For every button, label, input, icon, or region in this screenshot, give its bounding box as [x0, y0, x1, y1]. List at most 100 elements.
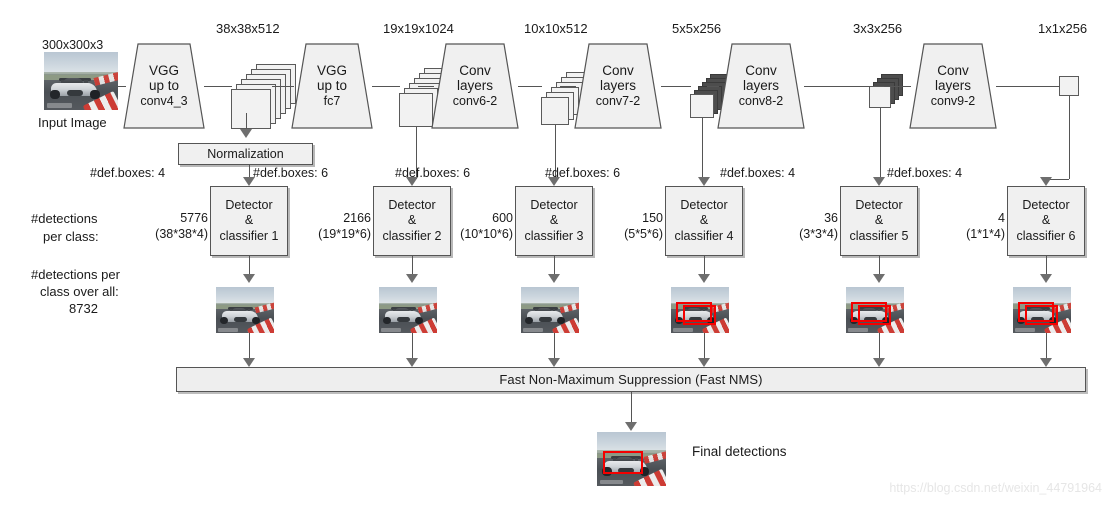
detections-count-3: 600 — [492, 211, 513, 225]
detections-count-group-4: 150 (5*5*6) — [559, 210, 663, 242]
detector-title-line2: & — [1041, 213, 1051, 228]
nms-input-line — [879, 333, 880, 360]
def-boxes-label-5: #def.boxes: 4 — [720, 166, 796, 180]
branch-output-arrow — [243, 274, 255, 283]
nms-input-line — [1046, 333, 1047, 360]
backbone-block-conv9: Conv layers conv9-2 — [910, 44, 996, 128]
nms-input-arrow — [243, 358, 255, 367]
detections-count-group-6: 4 (1*1*4) — [907, 210, 1005, 242]
detections-count-6: 4 — [998, 211, 1005, 225]
nms-input-line — [412, 333, 413, 360]
branch-input-line — [702, 118, 703, 179]
normalization-box: Normalization — [178, 143, 313, 165]
block-line1: VGG — [316, 62, 347, 78]
detections-formula-2: (19*19*6) — [318, 227, 371, 241]
block-line2: layers — [456, 78, 493, 94]
detections-formula-3: (10*10*6) — [460, 227, 513, 241]
feature-map-stack-vgg1 — [231, 64, 300, 133]
branch-output-arrow — [1040, 274, 1052, 283]
branch-output-arrow — [873, 274, 885, 283]
backbone-block-conv7: Conv layers conv7-2 — [575, 44, 661, 128]
nms-input-arrow — [698, 358, 710, 367]
branch-output-line — [879, 256, 880, 276]
backbone-block-conv8: Conv layers conv8-2 — [718, 44, 804, 128]
detector-classifier-box-4: Detector & classifier 4 — [665, 186, 743, 256]
normalization-input-arrow — [240, 129, 252, 138]
final-detection-thumbnail — [597, 432, 666, 486]
connector-line — [884, 86, 911, 87]
block-line1: Conv — [459, 62, 491, 78]
detections-count-group-5: 36 (3*3*4) — [737, 210, 838, 242]
def-boxes-label-3: #def.boxes: 6 — [395, 166, 471, 180]
block-line2: up to — [316, 78, 348, 94]
detector-title-line2: & — [699, 213, 709, 228]
nms-input-arrow — [873, 358, 885, 367]
block-line3: conv6-2 — [452, 93, 498, 108]
detections-count-1: 5776 — [180, 211, 208, 225]
detections-per-class-label-line2: per class: — [43, 229, 99, 244]
detection-thumbnail-4 — [671, 287, 729, 333]
detections-count-group-2: 2166 (19*19*6) — [260, 210, 371, 242]
feature-shape-label-vgg1: 38x38x512 — [216, 21, 280, 36]
nms-output-arrow — [625, 422, 637, 431]
detector-title-line2: & — [549, 213, 559, 228]
normalization-input-line — [246, 113, 247, 130]
connector-line — [372, 86, 400, 87]
block-line3: conv7-2 — [595, 93, 641, 108]
feature-map-stack-conv9 — [1059, 76, 1083, 100]
feature-map-stack-conv8 — [869, 74, 907, 112]
branch-output-line — [704, 256, 705, 276]
branch-output-line — [554, 256, 555, 276]
connector-line — [996, 86, 1060, 87]
connector-line — [804, 86, 870, 87]
block-line3: conv8-2 — [738, 93, 784, 108]
detection-thumbnail-1 — [216, 287, 274, 333]
block-line1: Conv — [602, 62, 634, 78]
detector-title-line1: Detector — [855, 197, 903, 212]
branch-output-line — [412, 256, 413, 276]
nms-input-line — [249, 333, 250, 360]
feature-shape-label-vgg2: 19x19x1024 — [383, 21, 454, 36]
nms-output-line — [631, 392, 632, 424]
block-line1: Conv — [745, 62, 777, 78]
detector-title-line1: Detector — [680, 197, 728, 212]
detector-title-line3: classifier 5 — [849, 228, 909, 243]
nms-input-line — [704, 333, 705, 360]
def-boxes-label-1: #def.boxes: 4 — [90, 166, 166, 180]
connector-line — [118, 86, 126, 87]
detections-per-class-label-line1: #detections — [31, 211, 98, 226]
detection-bounding-box — [1024, 305, 1059, 325]
fast-nms-label: Fast Non-Maximum Suppression (Fast NMS) — [499, 372, 763, 387]
connector-line — [560, 86, 576, 87]
branch-output-line — [249, 256, 250, 276]
detections-count-5: 36 — [824, 211, 838, 225]
detection-thumbnail-6 — [1013, 287, 1071, 333]
detector-classifier-box-6: Detector & classifier 6 — [1007, 186, 1085, 256]
connector-line — [276, 86, 294, 87]
input-shape-label: 300x300x3 — [42, 38, 104, 52]
block-line2: up to — [148, 78, 180, 94]
def-boxes-label-4: #def.boxes: 6 — [545, 166, 621, 180]
input-image-thumbnail — [44, 52, 118, 110]
connector-line — [418, 86, 434, 87]
detector-title-line1: Detector — [1022, 197, 1070, 212]
detection-thumbnail-2 — [379, 287, 437, 333]
detector-title-line3: classifier 4 — [674, 228, 734, 243]
block-line3: fc7 — [323, 93, 341, 108]
block-line3: conv4_3 — [140, 93, 188, 108]
connector-line — [707, 86, 719, 87]
normalization-label: Normalization — [207, 146, 284, 161]
def-boxes-label-6: #def.boxes: 4 — [887, 166, 963, 180]
feature-shape-label-conv9: 1x1x256 — [1038, 21, 1088, 36]
detections-formula-5: (3*3*4) — [799, 227, 838, 241]
block-line2: layers — [742, 78, 779, 94]
branch-output-arrow — [548, 274, 560, 283]
block-line3: conv9-2 — [930, 93, 976, 108]
detections-count-4: 150 — [642, 211, 663, 225]
branch-input-arrow — [873, 177, 885, 186]
branch-input-arrow — [698, 177, 710, 186]
feature-shape-label-conv6: 10x10x512 — [524, 21, 588, 36]
branch-input-arrow — [1040, 177, 1052, 186]
backbone-block-vgg1: VGG up to conv4_3 — [124, 44, 204, 128]
branch-input-line — [1069, 96, 1070, 179]
